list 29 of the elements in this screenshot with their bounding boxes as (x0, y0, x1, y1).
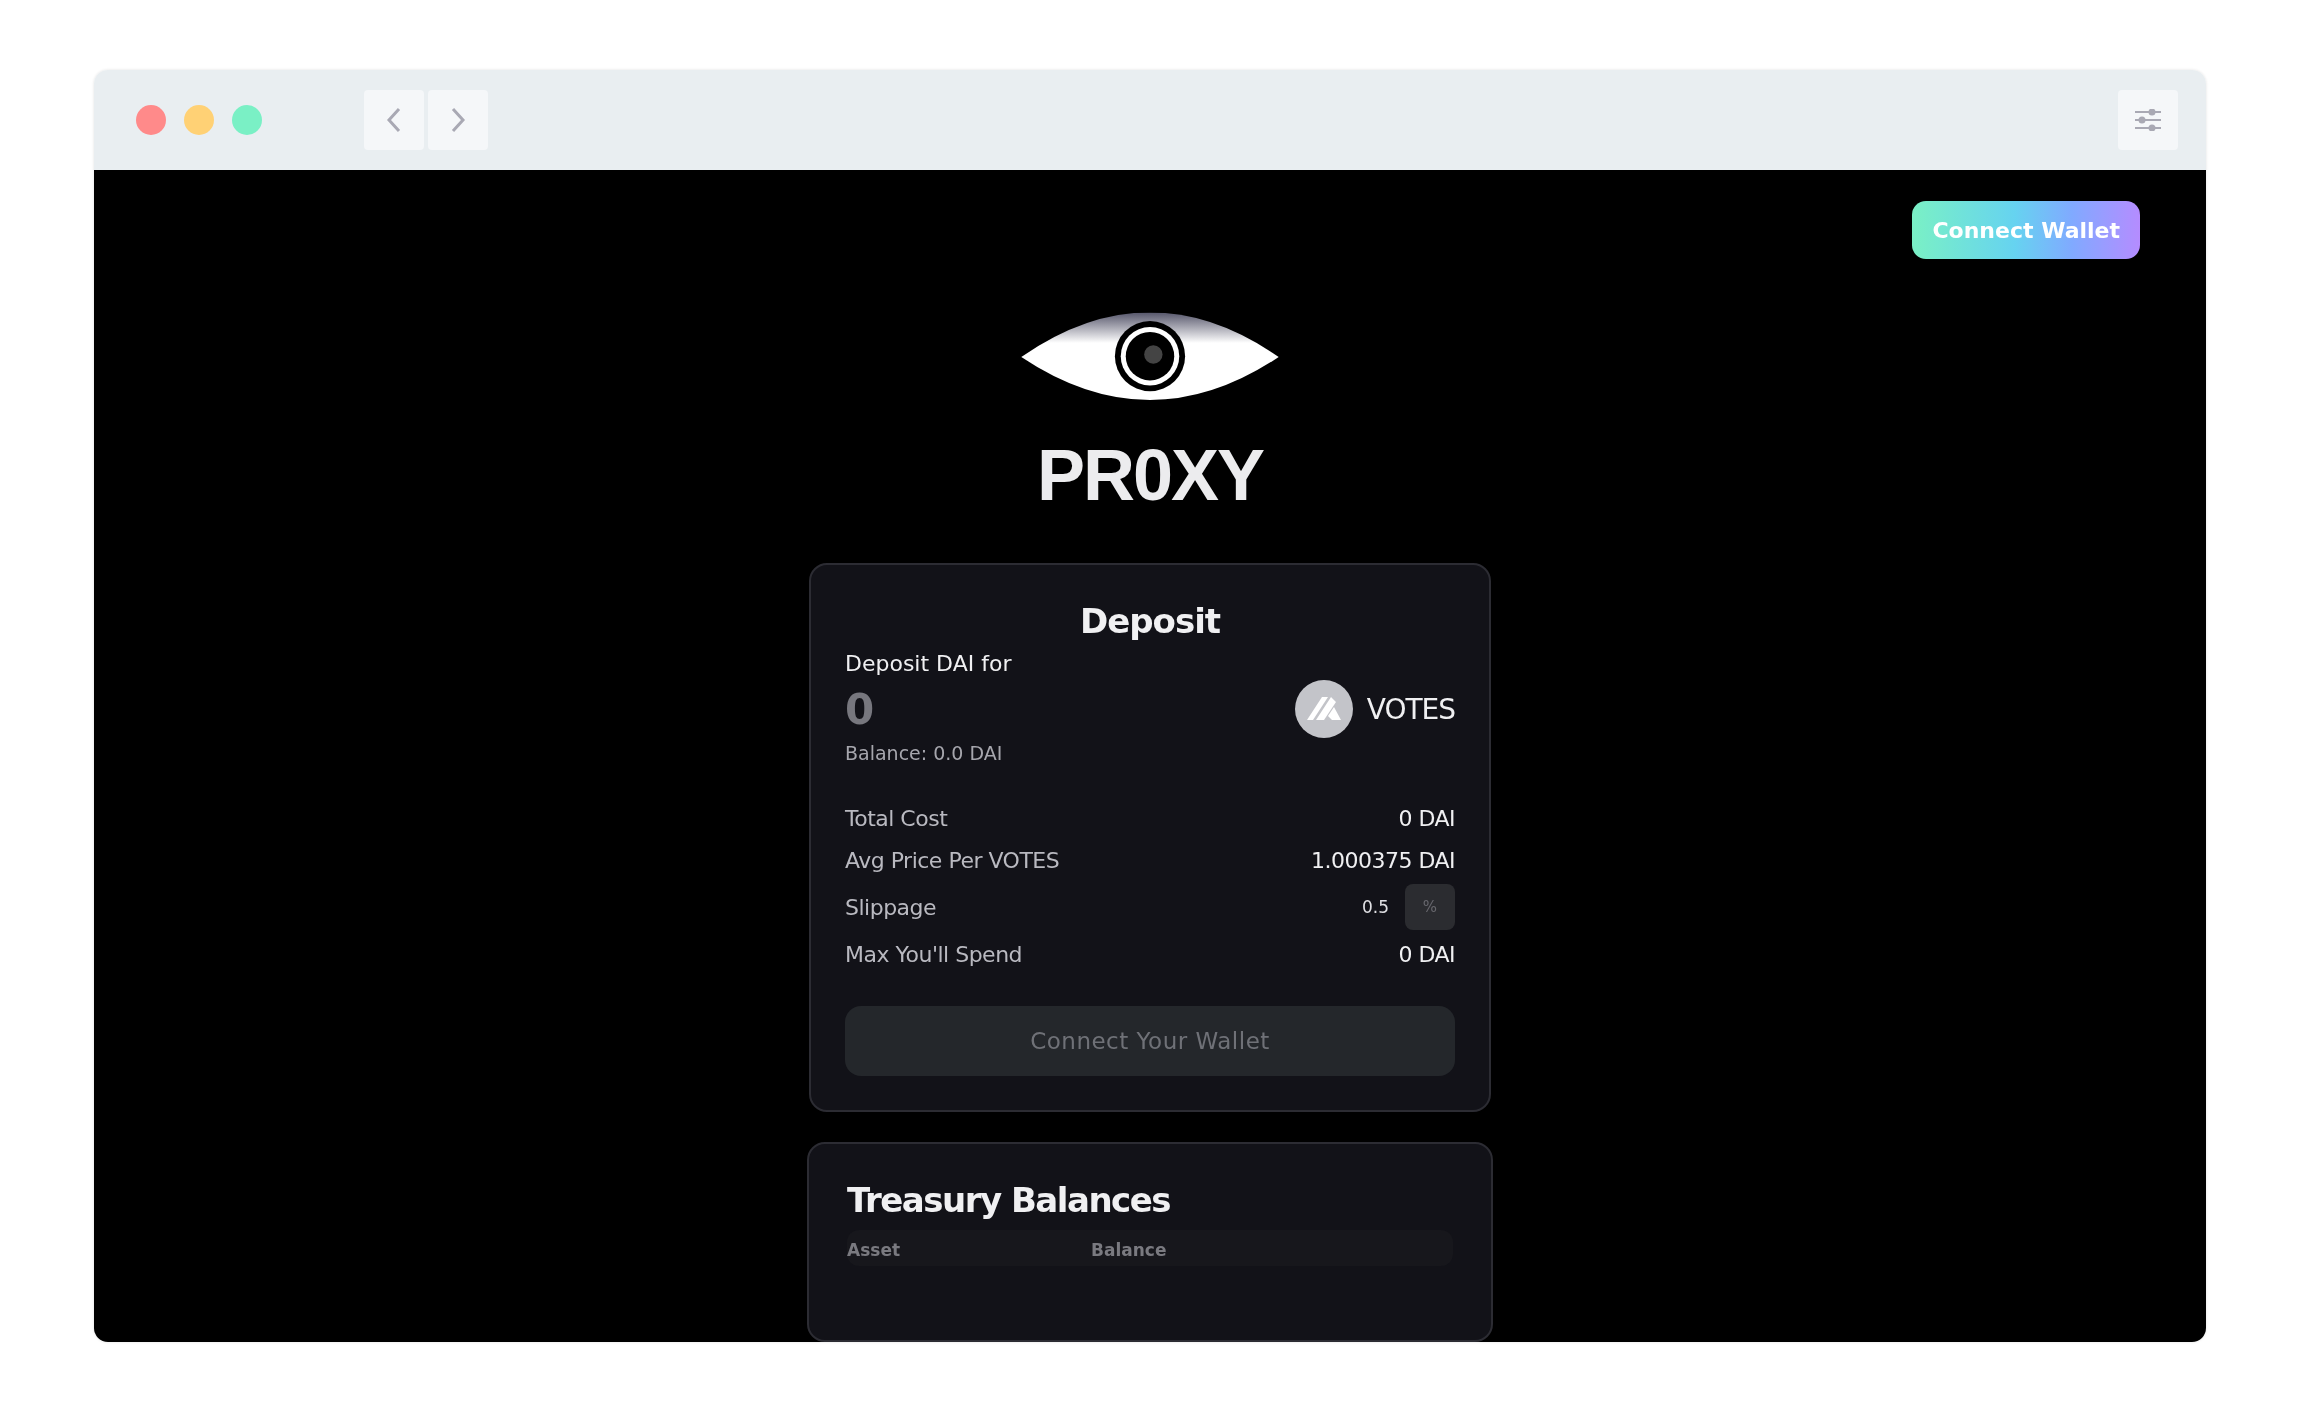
slippage-field[interactable]: 0.5 (1329, 897, 1395, 917)
window-control[interactable] (184, 105, 214, 135)
balance-text: Balance: 0.0 DAI (845, 742, 1004, 764)
window-control[interactable] (136, 105, 166, 135)
token-icon (1294, 680, 1353, 738)
amount-field[interactable]: 0 (845, 684, 1045, 734)
row-label: Max You'll Spend (845, 941, 1023, 967)
logo-title: PR0XY (1036, 439, 1264, 511)
token-name: VOTES (1366, 692, 1455, 726)
row-value: 1.000375 DAI (1310, 847, 1455, 873)
field-label: Deposit DAI for (845, 651, 1013, 676)
forward-button[interactable] (428, 90, 488, 150)
percent-unit: % (1405, 884, 1455, 930)
row-label: Total Cost (845, 805, 948, 831)
settings-button[interactable] (2118, 90, 2178, 150)
row-value: 0 DAI (1398, 805, 1455, 831)
connect-wallet-button[interactable]: Connect Wallet (1912, 201, 2140, 259)
chevron-right-icon (450, 107, 466, 133)
chevron-left-icon (386, 107, 402, 133)
card-title: Deposit (1078, 601, 1222, 641)
back-button[interactable] (364, 90, 424, 150)
column-header: Asset (847, 1240, 902, 1260)
column-header: Balance (1091, 1240, 1168, 1260)
card-title: Treasury Balances (847, 1180, 1172, 1220)
row-label: Slippage (845, 894, 937, 920)
row-value: 0 DAI (1398, 941, 1455, 967)
row-label: Avg Price Per VOTES (845, 847, 1060, 873)
sliders-icon (2134, 109, 2162, 131)
window-control[interactable] (232, 105, 262, 135)
